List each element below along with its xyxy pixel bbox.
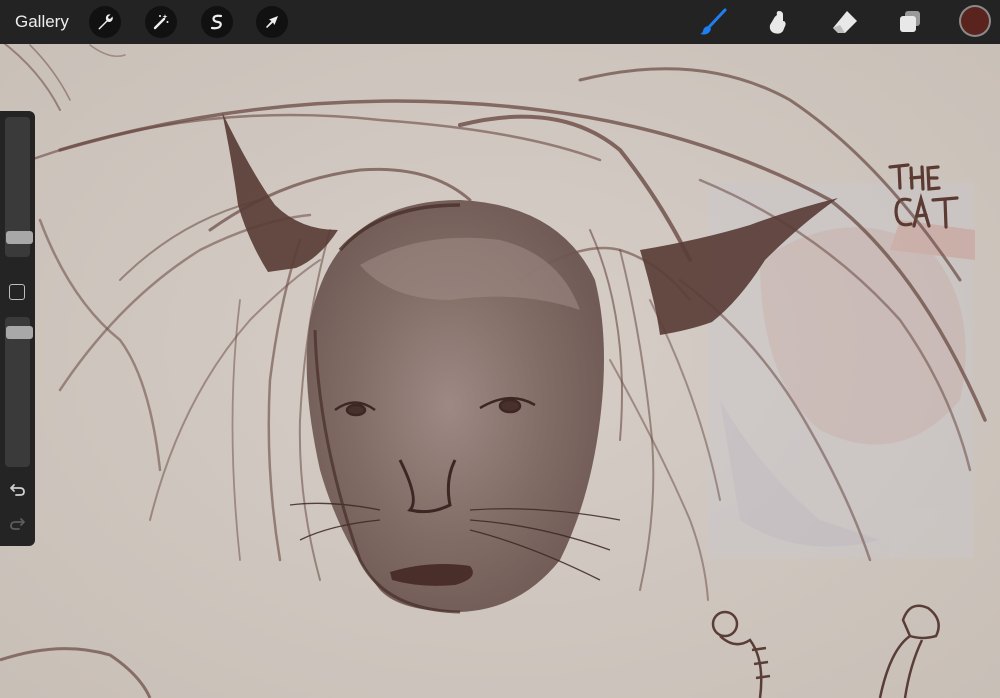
- procreate-app: Gallery: [0, 0, 1000, 698]
- layers-icon: [900, 11, 920, 32]
- undo-button[interactable]: [8, 480, 27, 499]
- modify-button[interactable]: [9, 284, 25, 300]
- left-sidebar: [0, 111, 35, 546]
- color-picker-button[interactable]: [961, 7, 989, 35]
- drawing-canvas[interactable]: [0, 0, 1000, 698]
- transform-button[interactable]: [256, 6, 288, 38]
- eraser-icon: [833, 11, 857, 33]
- selection-s-icon: [210, 14, 223, 30]
- top-toolbar: Gallery: [0, 0, 1000, 44]
- brush-size-thumb[interactable]: [6, 231, 33, 244]
- brush-tool-button[interactable]: [697, 6, 729, 38]
- sketch-artwork: [0, 0, 1000, 698]
- selection-button[interactable]: [201, 6, 233, 38]
- wrench-icon: [98, 14, 113, 30]
- arrow-cursor-icon: [266, 16, 278, 28]
- smudge-finger-icon: [769, 11, 786, 34]
- adjustments-button[interactable]: [145, 6, 177, 38]
- brush-icon: [700, 8, 727, 35]
- smudge-tool-button[interactable]: [761, 6, 793, 38]
- redo-button[interactable]: [8, 514, 27, 533]
- magic-wand-icon: [153, 14, 169, 30]
- brush-size-slider[interactable]: [5, 117, 33, 257]
- actions-button[interactable]: [89, 6, 121, 38]
- opacity-slider[interactable]: [5, 317, 33, 467]
- gallery-button[interactable]: Gallery: [15, 12, 69, 32]
- opacity-thumb[interactable]: [6, 326, 33, 339]
- eraser-tool-button[interactable]: [829, 6, 861, 38]
- layers-tool-button[interactable]: [894, 6, 926, 38]
- undo-icon: [10, 484, 25, 496]
- redo-icon: [10, 518, 25, 530]
